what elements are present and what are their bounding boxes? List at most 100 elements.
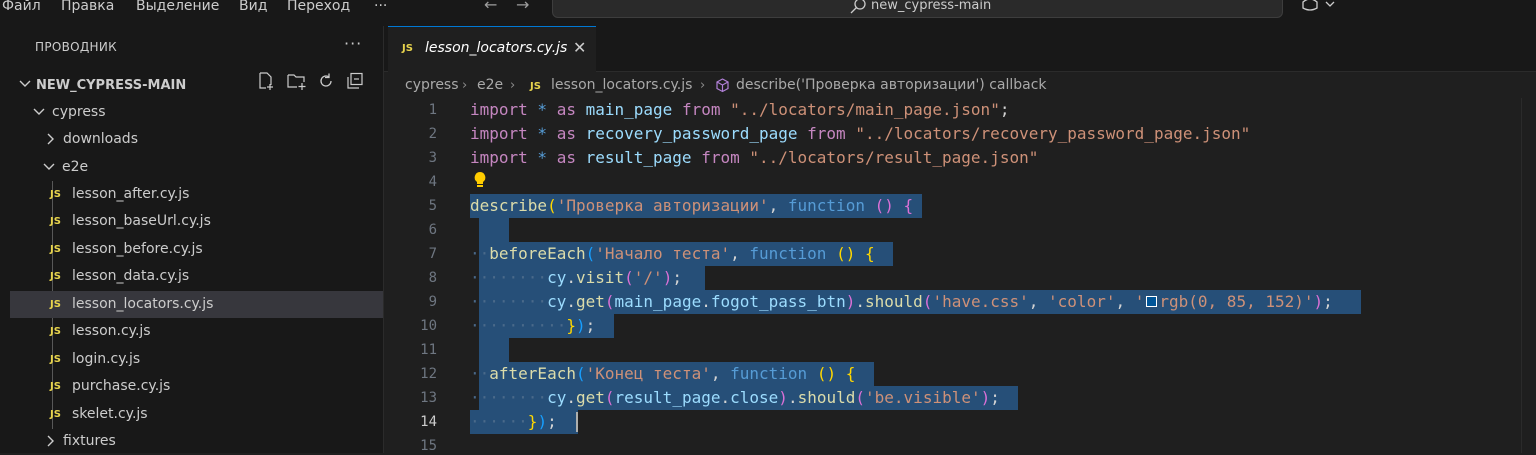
breadcrumb-item-cypress[interactable]: cypress — [405, 77, 459, 94]
line-number: 7 — [428, 246, 437, 262]
code-line-10: ··········}); — [470, 314, 595, 338]
vertical-scrollbar[interactable] — [1521, 98, 1536, 453]
chevron-right-icon — [47, 133, 54, 145]
code-token: ) — [1313, 292, 1324, 311]
code-line-13: ········cy.get(result_page.close).should… — [470, 386, 1000, 410]
tree-item-downloads[interactable]: downloads — [10, 126, 383, 153]
code-token: 'be.visible' — [865, 388, 981, 407]
tree-item-file[interactable]: JS lesson_data.cy.js — [10, 263, 383, 290]
menu-more-button[interactable]: ··· — [374, 0, 387, 16]
code-token: } — [527, 412, 538, 431]
refresh-icon[interactable] — [317, 72, 335, 90]
line-number-current: 14 — [420, 414, 437, 430]
code-token: ) — [845, 244, 856, 263]
tree-item-fixtures[interactable]: fixtures — [10, 428, 383, 455]
js-file-icon: JS — [50, 189, 61, 200]
line-number: 15 — [420, 438, 437, 453]
text-cursor — [576, 412, 578, 432]
code-token: as — [556, 100, 576, 119]
code-token: "../locators/recovery_password_page.json… — [845, 124, 1251, 143]
tab-lesson-locators[interactable]: JS lesson_locators.cy.js ✕ — [388, 26, 596, 72]
code-token: describe — [470, 196, 548, 215]
tree-item-file[interactable]: JS skelet.cy.js — [10, 401, 383, 428]
code-token: function — [749, 244, 827, 263]
menu-edit[interactable]: Правка — [61, 0, 114, 16]
code-token: cy — [547, 268, 567, 287]
new-file-icon[interactable] — [257, 72, 275, 90]
breadcrumb-item-symbol[interactable]: describe('Проверка авторизации') callbac… — [736, 77, 1047, 94]
js-file-icon: JS — [50, 326, 61, 337]
tree-item-label: lesson_baseUrl.cy.js — [72, 213, 211, 229]
code-token: import — [470, 148, 528, 167]
code-token: main_page — [575, 100, 682, 119]
explorer-more-button[interactable]: ··· — [344, 34, 362, 53]
code-token: close — [730, 388, 779, 407]
code-token: get — [575, 388, 605, 407]
back-arrow-icon[interactable]: ← — [484, 0, 497, 15]
forward-arrow-icon[interactable]: → — [516, 0, 529, 15]
tree-item-file[interactable]: JS login.cy.js — [10, 346, 383, 373]
tree-item-label: fixtures — [63, 433, 116, 449]
code-token: ) — [884, 196, 894, 215]
code-token: , — [710, 364, 731, 383]
chevron-down-icon — [43, 163, 55, 170]
whitespace-dots: ·· — [470, 364, 490, 383]
tree-item-label: downloads — [63, 131, 138, 147]
menu-file[interactable]: Файл — [2, 0, 41, 16]
explorer-sidebar: ПРОВОДНИК ··· NEW_CYPRESS-MAIN cypress d… — [10, 26, 384, 453]
tree-item-file-selected[interactable]: JS lesson_locators.cy.js — [10, 291, 383, 318]
js-file-icon: JS — [50, 381, 61, 392]
selection-highlight — [479, 218, 509, 242]
code-token: rgb(0, 85, 152)' — [1159, 292, 1314, 311]
code-token: ( — [874, 196, 885, 215]
code-token: cy — [547, 292, 567, 311]
menu-selection[interactable]: Выделение — [136, 0, 219, 16]
collapse-all-icon[interactable] — [346, 72, 364, 90]
code-token: ( — [585, 244, 596, 263]
breadcrumb-item-file[interactable]: lesson_locators.cy.js — [551, 77, 692, 94]
chevron-right-icon: › — [510, 78, 516, 93]
code-token: ) — [845, 292, 856, 311]
tab-close-button[interactable]: ✕ — [573, 38, 586, 57]
code-token: ) — [980, 388, 991, 407]
code-token: from — [701, 148, 740, 167]
code-token: from — [681, 100, 721, 119]
tree-item-e2e[interactable]: e2e — [10, 154, 383, 181]
new-folder-icon[interactable] — [287, 72, 307, 90]
js-file-icon: JS — [50, 299, 61, 310]
breadcrumb-item-e2e[interactable]: e2e — [477, 77, 503, 94]
menu-view[interactable]: Вид — [239, 0, 267, 16]
tab-label: lesson_locators.cy.js — [425, 40, 568, 56]
code-token: . — [787, 388, 798, 407]
command-center-search[interactable]: new_cypress-main — [552, 0, 1283, 18]
copilot-icon[interactable] — [1300, 0, 1340, 16]
tree-item-file[interactable]: JS lesson_baseUrl.cy.js — [10, 208, 383, 235]
tree-item-cypress[interactable]: cypress — [10, 99, 383, 126]
code-line-14: ······}); — [470, 410, 557, 434]
color-swatch-icon[interactable] — [1146, 296, 1158, 307]
code-editor[interactable]: 1 2 3 4 5 6 7 8 9 10 11 12 13 14 15 impo… — [384, 98, 1536, 453]
code-token: should — [797, 388, 856, 407]
code-token: should — [865, 292, 923, 311]
tree-item-file[interactable]: JS lesson_after.cy.js — [10, 181, 383, 208]
code-token: 'Проверка авторизации' — [556, 196, 769, 215]
code-token: . — [566, 388, 576, 407]
line-number: 9 — [428, 294, 437, 310]
code-token: . — [566, 292, 576, 311]
tree-item-file[interactable]: JS purchase.cy.js — [10, 373, 383, 400]
tree-item-file[interactable]: JS lesson_before.cy.js — [10, 236, 383, 263]
chevron-down-icon — [33, 108, 45, 115]
code-token: ( — [547, 196, 557, 215]
code-token: ( — [604, 292, 615, 311]
line-number: 11 — [420, 342, 437, 358]
tree-item-label: e2e — [62, 159, 89, 175]
code-line-3: import * as result_page from "../locator… — [470, 146, 1038, 170]
menu-go[interactable]: Переход — [287, 0, 350, 16]
code-token: ( — [922, 292, 933, 311]
code-token: ( — [855, 388, 866, 407]
tree-item-file[interactable]: JS lesson.cy.js — [10, 318, 383, 345]
lightbulb-icon[interactable] — [472, 170, 488, 190]
whitespace-dots: ······ — [470, 412, 528, 431]
tree-item-label: skelet.cy.js — [72, 406, 148, 422]
